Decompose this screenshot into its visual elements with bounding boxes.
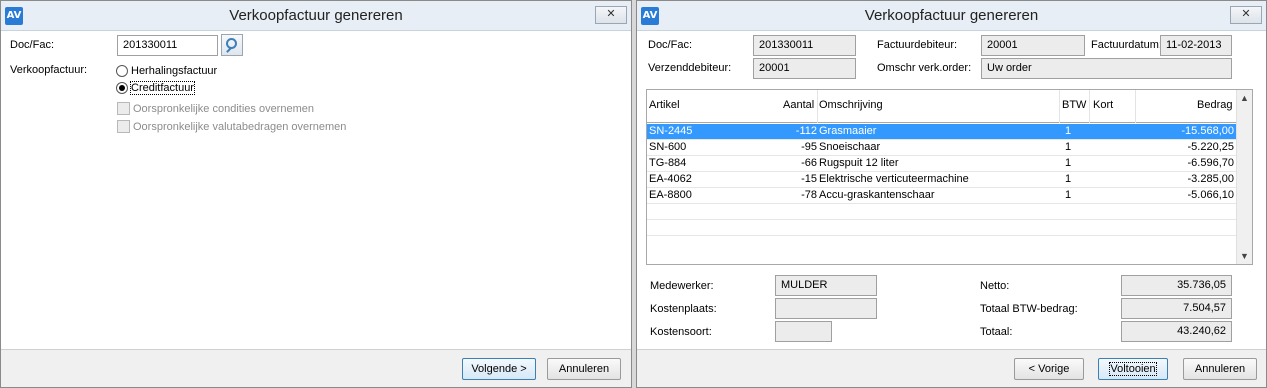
next-button[interactable]: Volgende > bbox=[462, 358, 536, 380]
doc-fac-label: Doc/Fac: bbox=[10, 39, 55, 51]
medewerker-field: MULDER bbox=[775, 275, 877, 296]
cell-artikel: EA-4062 bbox=[649, 173, 692, 185]
cell-aantal: -78 bbox=[801, 189, 817, 201]
table-row[interactable]: EA-4062 -15 Elektrische verticuteermachi… bbox=[647, 172, 1237, 188]
cell-artikel: TG-884 bbox=[649, 157, 687, 169]
window-title: Verkoopfactuur genereren bbox=[229, 7, 403, 24]
checkbox-oorspronkelijke-valuta[interactable] bbox=[117, 120, 130, 133]
scroll-down-icon[interactable]: ▼ bbox=[1237, 248, 1252, 264]
cell-omschrijving: Elektrische verticuteermachine bbox=[819, 173, 969, 185]
doc-fac-label: Doc/Fac: bbox=[648, 39, 693, 51]
totaal-btw-label: Totaal BTW-bedrag: bbox=[980, 303, 1078, 315]
search-button[interactable] bbox=[221, 34, 243, 56]
oorspronkelijke-valuta-label: Oorspronkelijke valutabedragen overnemen bbox=[133, 121, 347, 133]
oorspronkelijke-condities-label: Oorspronkelijke condities overnemen bbox=[133, 103, 314, 115]
omschr-verk-order-field: Uw order bbox=[981, 58, 1232, 79]
window-title: Verkoopfactuur genereren bbox=[864, 7, 1039, 24]
creditfactuur-label[interactable]: Creditfactuur bbox=[130, 81, 195, 95]
cell-bedrag: -3.285,00 bbox=[1187, 173, 1234, 185]
verzenddebiteur-label: Verzenddebiteur: bbox=[648, 62, 732, 74]
factuurdatum-label: Factuurdatum: bbox=[1091, 39, 1162, 51]
radio-creditfactuur[interactable] bbox=[116, 82, 128, 94]
title-bar: AV Verkoopfactuur genereren ✕ bbox=[637, 1, 1266, 31]
table-header: Artikel Aantal Omschrijving BTW Kort Bed… bbox=[647, 90, 1237, 123]
netto-label: Netto: bbox=[980, 280, 1010, 292]
column-header-kort[interactable]: Kort bbox=[1093, 99, 1113, 111]
kostenplaats-field bbox=[775, 298, 877, 319]
cell-bedrag: -5.066,10 bbox=[1187, 189, 1234, 201]
verkoopfactuur-label: Verkoopfactuur: bbox=[10, 64, 88, 76]
netto-field: 35.736,05 bbox=[1121, 275, 1232, 296]
dialog-footer: < Vorige Voltooien Annuleren bbox=[637, 349, 1266, 387]
omschr-verk-order-label: Omschr verk.order: bbox=[877, 62, 972, 74]
table-row[interactable]: EA-8800 -78 Accu-graskantenschaar 1 -5.0… bbox=[647, 188, 1237, 204]
cancel-button[interactable]: Annuleren bbox=[547, 358, 621, 380]
vertical-scrollbar[interactable]: ▲ ▼ bbox=[1236, 90, 1252, 264]
close-button[interactable]: ✕ bbox=[1230, 6, 1262, 24]
kostensoort-field bbox=[775, 321, 832, 342]
cell-btw: 1 bbox=[1065, 125, 1072, 137]
cell-aantal: -15 bbox=[801, 173, 817, 185]
medewerker-label: Medewerker: bbox=[650, 280, 714, 292]
table-row[interactable]: SN-2445 -112 Grasmaaier 1 -15.568,00 bbox=[647, 124, 1237, 140]
cell-omschrijving: Rugspuit 12 liter bbox=[819, 157, 899, 169]
cell-bedrag: -15.568,00 bbox=[1181, 125, 1234, 137]
doc-fac-field: 201330011 bbox=[753, 35, 856, 56]
cell-bedrag: -6.596,70 bbox=[1187, 157, 1234, 169]
column-header-omschrijving[interactable]: Omschrijving bbox=[819, 99, 883, 111]
herhalingsfactuur-label[interactable]: Herhalingsfactuur bbox=[131, 65, 217, 77]
table-row[interactable]: SN-600 -95 Snoeischaar 1 -5.220,25 bbox=[647, 140, 1237, 156]
cell-btw: 1 bbox=[1065, 141, 1072, 153]
table-row-empty bbox=[647, 220, 1237, 236]
wizard-window-step1: AV Verkoopfactuur genereren ✕ Doc/Fac: 2… bbox=[0, 0, 632, 388]
cell-artikel: SN-600 bbox=[649, 141, 687, 153]
column-header-artikel[interactable]: Artikel bbox=[649, 99, 680, 111]
cell-omschrijving: Accu-graskantenschaar bbox=[819, 189, 935, 201]
cell-btw: 1 bbox=[1065, 189, 1072, 201]
cell-btw: 1 bbox=[1065, 157, 1072, 169]
order-lines-table: Artikel Aantal Omschrijving BTW Kort Bed… bbox=[646, 89, 1253, 265]
cell-aantal: -66 bbox=[801, 157, 817, 169]
cell-omschrijving: Snoeischaar bbox=[819, 141, 881, 153]
verzenddebiteur-field: 20001 bbox=[753, 58, 856, 79]
column-header-bedrag[interactable]: Bedrag bbox=[1197, 99, 1232, 111]
column-header-aantal[interactable]: Aantal bbox=[783, 99, 814, 111]
cell-bedrag: -5.220,25 bbox=[1187, 141, 1234, 153]
cell-artikel: EA-8800 bbox=[649, 189, 692, 201]
cancel-button[interactable]: Annuleren bbox=[1183, 358, 1257, 380]
dialog-footer: Volgende > Annuleren bbox=[1, 349, 631, 387]
previous-button[interactable]: < Vorige bbox=[1014, 358, 1084, 380]
column-header-btw[interactable]: BTW bbox=[1062, 99, 1086, 111]
cell-aantal: -112 bbox=[795, 125, 817, 137]
totaal-field: 43.240,62 bbox=[1121, 321, 1232, 342]
kostenplaats-label: Kostenplaats: bbox=[650, 303, 717, 315]
factuurdatum-field: 11-02-2013 bbox=[1160, 35, 1232, 56]
table-row[interactable]: TG-884 -66 Rugspuit 12 liter 1 -6.596,70 bbox=[647, 156, 1237, 172]
finish-button[interactable]: Voltooien bbox=[1098, 358, 1168, 380]
cell-omschrijving: Grasmaaier bbox=[819, 125, 877, 137]
finish-button-label: Voltooien bbox=[1109, 362, 1157, 376]
factuurdebiteur-label: Factuurdebiteur: bbox=[877, 39, 958, 51]
close-button[interactable]: ✕ bbox=[595, 6, 627, 24]
cell-artikel: SN-2445 bbox=[649, 125, 693, 137]
table-row-empty bbox=[647, 204, 1237, 220]
totaal-btw-field: 7.504,57 bbox=[1121, 298, 1232, 319]
totaal-label: Totaal: bbox=[980, 326, 1013, 338]
cell-aantal: -95 bbox=[801, 141, 817, 153]
factuurdebiteur-field: 20001 bbox=[981, 35, 1085, 56]
doc-fac-input[interactable]: 201330011 bbox=[117, 35, 218, 56]
kostensoort-label: Kostensoort: bbox=[650, 326, 712, 338]
scroll-up-icon[interactable]: ▲ bbox=[1237, 90, 1252, 106]
cell-btw: 1 bbox=[1065, 173, 1072, 185]
radio-herhalingsfactuur[interactable] bbox=[116, 65, 128, 77]
title-bar: AV Verkoopfactuur genereren ✕ bbox=[1, 1, 631, 31]
checkbox-oorspronkelijke-condities[interactable] bbox=[117, 102, 130, 115]
wizard-window-step2: AV Verkoopfactuur genereren ✕ Doc/Fac: 2… bbox=[636, 0, 1267, 388]
